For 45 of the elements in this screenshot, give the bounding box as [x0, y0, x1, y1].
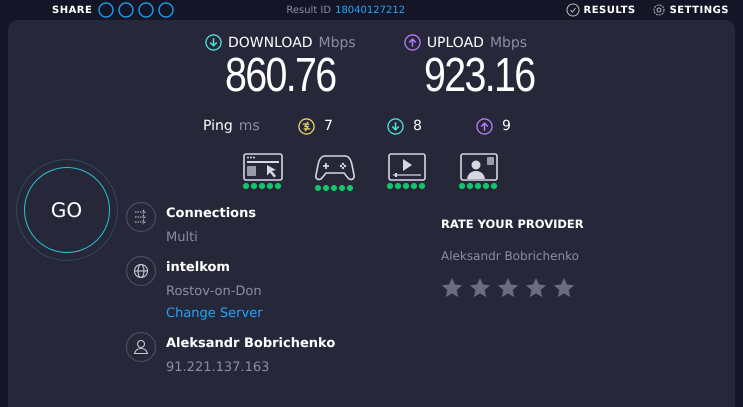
- gamepad-icon: [315, 153, 355, 183]
- settings-button[interactable]: SETTINGS: [652, 3, 729, 17]
- globe-icon: [125, 255, 157, 287]
- settings-icon: [652, 3, 666, 17]
- share-label: SHARE: [52, 4, 92, 16]
- check-circle-icon: [566, 3, 580, 17]
- star-icon[interactable]: [469, 277, 491, 299]
- info-subtitle: 91.221.137.163: [166, 359, 270, 377]
- info-subtitle: Rostov-on-Don: [166, 283, 263, 301]
- star-icon[interactable]: [497, 277, 519, 299]
- upload-label: UPLOAD: [426, 34, 484, 50]
- result-id-label: Result ID: [286, 4, 332, 16]
- star-icon[interactable]: [441, 277, 463, 299]
- change-server-link[interactable]: Change Server: [166, 303, 263, 325]
- rate-title: RATE YOUR PROVIDER: [441, 217, 584, 231]
- star-icon[interactable]: [553, 277, 575, 299]
- upload-speed: 923.16: [424, 51, 534, 101]
- results-button[interactable]: RESULTS: [566, 3, 636, 17]
- video-call-icon: [460, 153, 498, 181]
- ping-label: Ping: [203, 118, 233, 134]
- video-player-icon: [388, 153, 426, 181]
- go-button[interactable]: GO: [24, 167, 110, 253]
- info-title: Connections: [166, 205, 256, 223]
- unit-label: Mbps: [318, 34, 356, 50]
- ping-value: 9: [502, 118, 511, 134]
- result-id-link[interactable]: 18040127212: [335, 4, 406, 16]
- download-label: DOWNLOAD: [228, 34, 313, 50]
- download-icon: [205, 34, 222, 51]
- unit-label: ms: [238, 118, 260, 134]
- star-icon[interactable]: [525, 277, 547, 299]
- arrows-icon: [125, 201, 157, 233]
- info-title: Aleksandr Bobrichenko: [166, 335, 336, 353]
- ping-icon: [298, 118, 315, 134]
- download-speed: 860.76: [225, 51, 336, 101]
- info-title: intelkom: [166, 259, 231, 277]
- unit-label: Mbps: [490, 34, 528, 50]
- ping-value: 8: [413, 118, 422, 134]
- ping-value: 7: [324, 118, 333, 134]
- download-icon: [387, 118, 404, 134]
- upload-icon: [476, 118, 493, 134]
- provider-name: Aleksandr Bobrichenko: [441, 249, 580, 263]
- upload-icon: [404, 34, 421, 51]
- info-subtitle: Multi: [166, 229, 199, 247]
- browser-cursor-icon: [243, 153, 283, 181]
- user-icon: [125, 331, 157, 363]
